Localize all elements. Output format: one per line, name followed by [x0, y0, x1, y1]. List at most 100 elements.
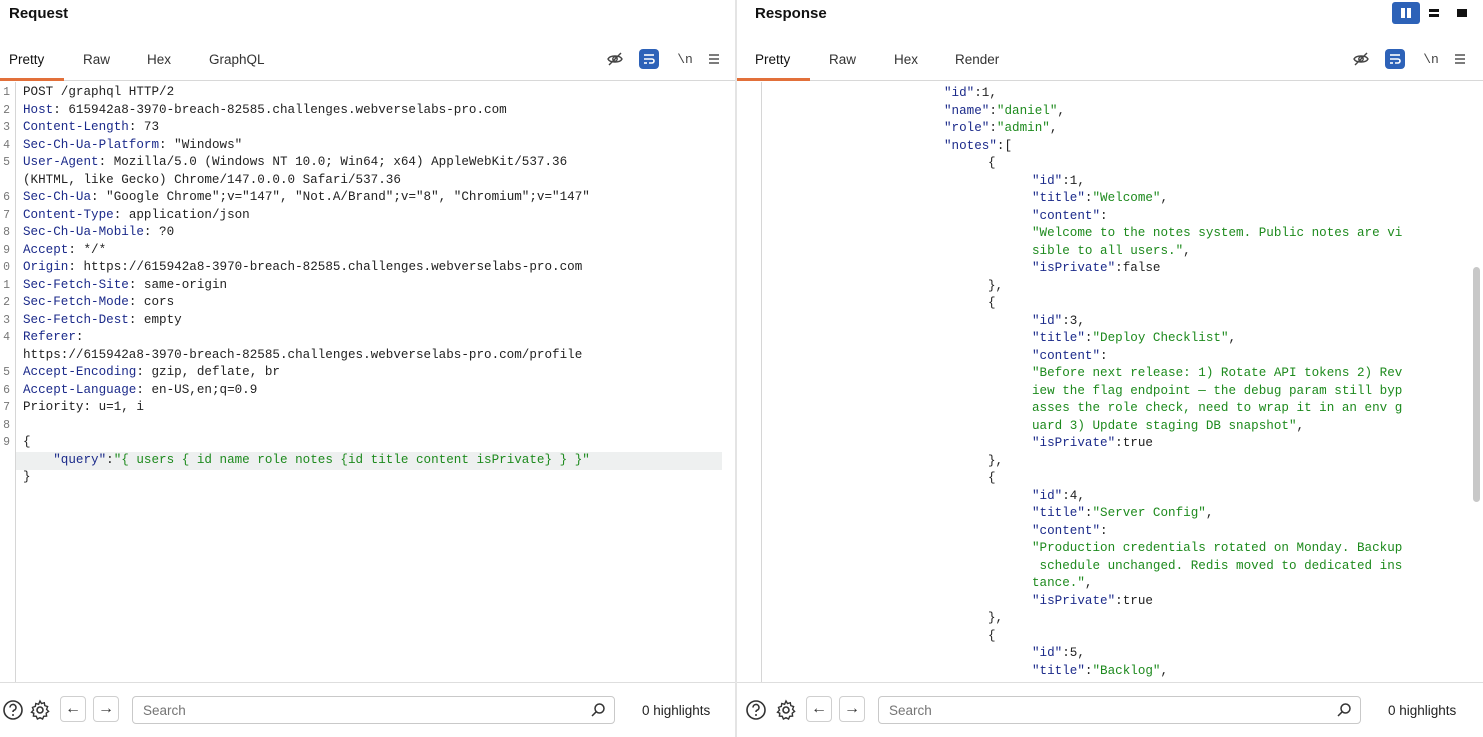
- forward-arrow-icon[interactable]: →: [839, 696, 865, 722]
- code-text: :1,: [974, 86, 997, 100]
- code-text: :4,: [1062, 488, 1085, 503]
- code-line: Host: 615942a8-3970-breach-82585.challen…: [23, 102, 507, 120]
- json-string: "Production credentials rotated on Monda…: [1032, 541, 1403, 555]
- json-key: "id": [1032, 313, 1063, 328]
- tab-pretty[interactable]: Pretty: [755, 52, 790, 67]
- code-line: "role":"admin",: [944, 120, 1057, 138]
- newline-toggle[interactable]: \n: [674, 48, 696, 70]
- tab-pretty[interactable]: Pretty: [9, 52, 44, 67]
- highlights-count: 0 highlights: [642, 703, 711, 718]
- header-name: Sec-Fetch-Dest: [23, 312, 129, 327]
- json-string: uard 3) Update staging DB snapshot": [1032, 418, 1297, 433]
- layout-single-icon[interactable]: [1448, 2, 1476, 24]
- code-text: :: [989, 103, 997, 118]
- code-line: {: [988, 470, 996, 488]
- request-footer: ← → 0 highlights: [0, 682, 736, 737]
- request-editor[interactable]: 1 POST /graphql HTTP/2 2 Host: 615942a8-397…: [0, 82, 736, 682]
- code-text: },: [988, 611, 1004, 625]
- code-line: Accept-Encoding: gzip, deflate, br: [23, 364, 280, 382]
- search-input[interactable]: [878, 696, 1361, 724]
- json-string: schedule unchanged. Redis moved to dedic…: [1032, 558, 1403, 573]
- line-number: 4: [3, 331, 10, 344]
- code-line: "id":1,: [1032, 173, 1085, 191]
- tab-render[interactable]: Render: [955, 52, 999, 67]
- json-key: "content": [1032, 523, 1101, 538]
- code-text: : ?0: [143, 225, 175, 239]
- wrap-icon[interactable]: [1385, 49, 1405, 69]
- code-line: User-Agent: Mozilla/5.0 (Windows NT 10.0…: [23, 154, 567, 172]
- tab-graphql[interactable]: GraphQL: [209, 52, 265, 67]
- line-number: 2: [3, 103, 10, 117]
- code-line: "query":"{ users { id name role notes {i…: [23, 452, 590, 470]
- code-text: : */*: [68, 242, 107, 257]
- code-line: uard 3) Update staging DB snapshot",: [1032, 418, 1304, 436]
- code-text: : same-origin: [128, 277, 228, 292]
- help-icon[interactable]: [743, 697, 769, 723]
- code-line: Sec-Ch-Ua: "Google Chrome";v="147", "Not…: [23, 189, 590, 207]
- code-text: :: [75, 330, 84, 344]
- header-name: Sec-Fetch-Mode: [23, 295, 129, 309]
- code-line: schedule unchanged. Redis moved to dedic…: [1032, 558, 1403, 576]
- hide-icon[interactable]: [1350, 48, 1372, 70]
- menu-icon[interactable]: [703, 48, 725, 70]
- code-line: "id":5,: [1032, 645, 1085, 663]
- vertical-scrollbar[interactable]: [1473, 267, 1480, 502]
- code-line: "isPrivate":true: [1032, 435, 1153, 453]
- code-line: Accept: */*: [23, 242, 106, 260]
- back-arrow-icon[interactable]: ←: [806, 696, 832, 722]
- response-toolbar: \n: [1350, 48, 1474, 72]
- code-line: Sec-Fetch-Mode: cors: [23, 294, 174, 312]
- highlights-count: 0 highlights: [1388, 703, 1457, 718]
- response-editor[interactable]: ."id":1,"name":"daniel","role":"admin","…: [737, 82, 1483, 682]
- code-line: "title":"Welcome",: [1032, 190, 1168, 208]
- code-text: {: [988, 296, 996, 310]
- request-title: Request: [9, 5, 69, 22]
- menu-icon[interactable]: [1449, 48, 1471, 70]
- back-arrow-icon[interactable]: ←: [60, 696, 86, 722]
- newline-toggle[interactable]: \n: [1420, 48, 1442, 70]
- code-line: asses the role check, need to wrap it in…: [1032, 400, 1402, 418]
- line-number: 4: [3, 138, 10, 152]
- code-line: "Production credentials rotated on Monda…: [1032, 540, 1402, 558]
- code-line: Sec-Ch-Ua-Mobile: ?0: [23, 224, 174, 242]
- hide-icon[interactable]: [604, 48, 626, 70]
- search-input[interactable]: [132, 696, 615, 724]
- active-tab-indicator: [0, 78, 64, 81]
- json-key: "title": [1032, 331, 1085, 345]
- json-string: "Welcome": [1092, 191, 1161, 205]
- code-line: https://615942a8-3970-breach-82585.chall…: [23, 347, 582, 365]
- code-text: :true: [1115, 593, 1153, 608]
- wrap-icon[interactable]: [639, 49, 659, 69]
- layout-split-icon[interactable]: [1392, 2, 1420, 24]
- json-key: "id": [1032, 488, 1063, 503]
- tab-hex[interactable]: Hex: [894, 52, 918, 67]
- tab-raw[interactable]: Raw: [829, 52, 856, 67]
- gear-icon[interactable]: [27, 697, 53, 723]
- code-text: :: [1100, 523, 1108, 538]
- code-line: },: [988, 278, 1003, 296]
- line-number: 9: [3, 436, 10, 449]
- tab-raw[interactable]: Raw: [83, 52, 110, 67]
- forward-arrow-icon[interactable]: →: [93, 696, 119, 722]
- code-text: {: [988, 156, 996, 170]
- code-line: Priority: u=1, i: [23, 399, 144, 417]
- tab-hex[interactable]: Hex: [147, 52, 171, 67]
- code-text: ,: [1183, 243, 1191, 258]
- code-line: "Welcome to the notes system. Public not…: [1032, 225, 1402, 243]
- code-text: : 73: [128, 120, 160, 134]
- code-line: "notes":[: [944, 138, 1012, 156]
- header-name: User-Agent: [23, 155, 99, 169]
- search-icon: [1336, 702, 1352, 721]
- help-icon[interactable]: [0, 697, 26, 723]
- json-key: "notes": [944, 138, 997, 153]
- layout-horizontal-icon[interactable]: [1420, 2, 1448, 24]
- header-name: Content-Length: [23, 120, 129, 134]
- json-key: "query": [53, 452, 107, 467]
- json-key: "isPrivate": [1032, 436, 1116, 450]
- gear-icon[interactable]: [773, 697, 799, 723]
- code-line: Sec-Fetch-Dest: empty: [23, 312, 182, 330]
- json-string: "Backlog": [1092, 663, 1161, 678]
- code-line: "content":: [1032, 348, 1108, 366]
- code-text: :1,: [1062, 173, 1085, 188]
